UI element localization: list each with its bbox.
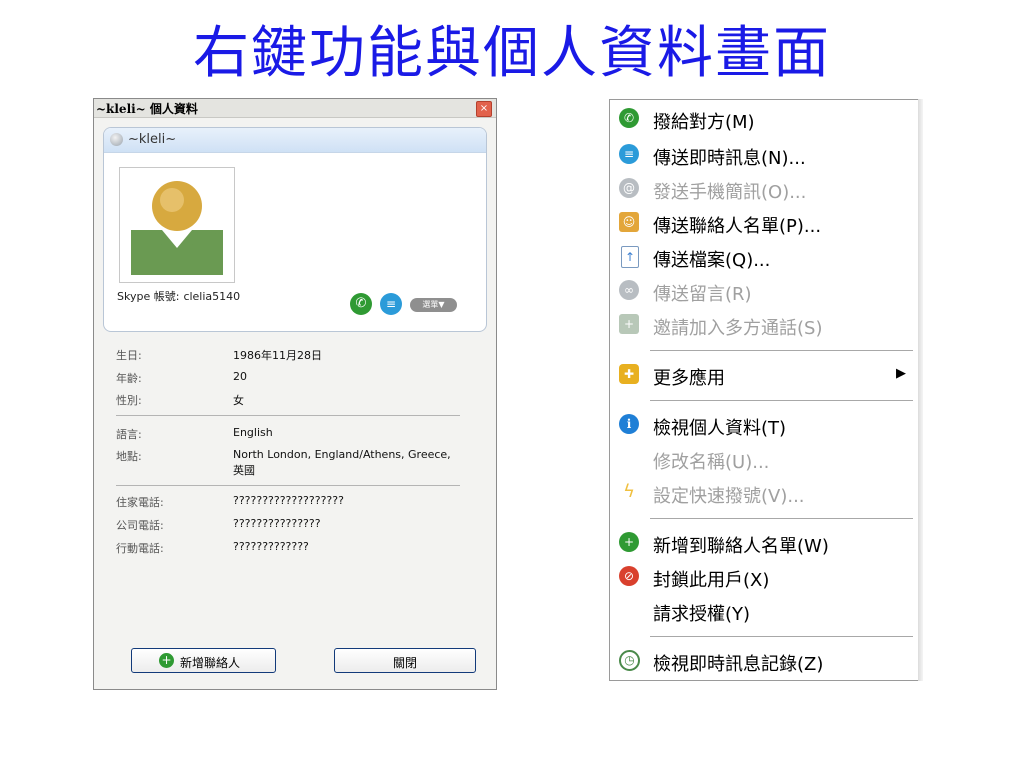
menu-item-im-history[interactable]: ◷ 檢視即時訊息記錄(Z) bbox=[610, 644, 918, 676]
menu-item-view-profile[interactable]: i 檢視個人資料(T) bbox=[610, 408, 918, 440]
language-label: 語言: bbox=[116, 428, 142, 441]
close-button-label: 關閉 bbox=[392, 656, 417, 670]
menu-item-label: 邀請加入多方通話(S) bbox=[653, 318, 823, 339]
menu-item-send-voicemail[interactable]: ∞ 傳送留言(R) bbox=[610, 274, 918, 306]
mobile-phone-value: ????????????? bbox=[233, 540, 309, 553]
menu-item-send-im[interactable]: ≡ 傳送即時訊息(N)... bbox=[610, 138, 918, 170]
mobile-phone-label: 行動電話: bbox=[116, 542, 164, 555]
card-header: ~kleli~ bbox=[104, 128, 486, 153]
home-phone-label: 住家電話: bbox=[116, 496, 164, 509]
office-phone-value: ??????????????? bbox=[233, 517, 321, 530]
menu-item-label: 檢視個人資料(T) bbox=[653, 418, 787, 439]
menu-item-block-user[interactable]: ⊘ 封鎖此用戶(X) bbox=[610, 560, 918, 592]
location-label: 地點: bbox=[116, 450, 142, 463]
gender-label: 性別: bbox=[116, 394, 142, 407]
menu-button[interactable]: 選單▼ bbox=[410, 298, 457, 312]
divider bbox=[116, 415, 460, 416]
home-phone-value: ??????????????????? bbox=[233, 494, 344, 507]
menu-item-label: 修改名稱(U)... bbox=[653, 452, 770, 473]
menu-item-send-sms[interactable]: @ 發送手機簡訊(O)... bbox=[610, 172, 918, 204]
menu-item-label: 更多應用 bbox=[653, 368, 725, 389]
profile-card: ~kleli~ Skype 帳號: clelia5140 ✆ ≡ 選單▼ bbox=[103, 127, 487, 332]
block-icon: ⊘ bbox=[619, 566, 639, 586]
divider bbox=[116, 485, 460, 486]
avatar bbox=[119, 167, 235, 283]
menu-item-send-file[interactable]: ↑ 傳送檔案(Q)... bbox=[610, 240, 918, 272]
dialog-titlebar: ~kleli~ 個人資料 × bbox=[94, 99, 496, 118]
menu-item-label: 傳送留言(R) bbox=[653, 284, 752, 305]
birthday-value: 1986年11月28日 bbox=[233, 349, 322, 362]
menu-separator bbox=[650, 636, 913, 637]
lightning-icon: ϟ bbox=[623, 481, 635, 502]
add-contact-icon: + bbox=[619, 532, 639, 552]
menu-item-label: 封鎖此用戶(X) bbox=[653, 570, 770, 591]
account-label: Skype 帳號: bbox=[117, 290, 180, 303]
menu-separator bbox=[650, 400, 913, 401]
menu-item-call[interactable]: ✆ 撥給對方(M) bbox=[610, 102, 918, 134]
profile-dialog: ~kleli~ 個人資料 × ~kleli~ Skype 帳號: clelia51… bbox=[93, 98, 497, 690]
conference-icon: + bbox=[619, 314, 639, 334]
menu-item-label: 請求授權(Y) bbox=[653, 604, 751, 625]
menu-item-label: 檢視即時訊息記錄(Z) bbox=[653, 654, 824, 675]
menu-item-label: 傳送即時訊息(N)... bbox=[653, 148, 806, 169]
language-value: English bbox=[233, 426, 273, 439]
menu-item-more-apps[interactable]: ✚ 更多應用 ▶ bbox=[610, 358, 918, 390]
puzzle-icon: ✚ bbox=[619, 364, 639, 384]
chat-icon: ≡ bbox=[619, 144, 639, 164]
context-menu: ✆ 撥給對方(M) ≡ 傳送即時訊息(N)... @ 發送手機簡訊(O)... … bbox=[609, 99, 919, 681]
close-icon[interactable]: × bbox=[476, 101, 492, 117]
menu-item-invite-conference[interactable]: + 邀請加入多方通話(S) bbox=[610, 308, 918, 340]
file-upload-icon: ↑ bbox=[621, 246, 639, 268]
status-offline-icon bbox=[110, 133, 123, 146]
display-name: ~kleli~ bbox=[128, 132, 177, 147]
add-contact-button[interactable]: + 新增聯絡人 bbox=[131, 648, 276, 673]
birthday-label: 生日: bbox=[116, 349, 142, 362]
slide-title: 右鍵功能與個人資料畫面 bbox=[193, 21, 831, 86]
menu-separator bbox=[650, 350, 913, 351]
dialog-title: ~kleli~ 個人資料 bbox=[96, 102, 198, 116]
phone-icon: ✆ bbox=[619, 108, 639, 128]
close-button[interactable]: 關閉 bbox=[334, 648, 476, 673]
add-contact-icon: + bbox=[159, 653, 174, 668]
menu-item-speed-dial[interactable]: ϟ 設定快速撥號(V)... bbox=[610, 476, 918, 508]
gender-value: 女 bbox=[233, 394, 244, 407]
location-value-country: 英國 bbox=[233, 464, 255, 477]
skype-account: Skype 帳號: clelia5140 bbox=[117, 288, 240, 304]
voicemail-icon: ∞ bbox=[619, 280, 639, 300]
chat-icon[interactable]: ≡ bbox=[380, 293, 402, 315]
sms-icon: @ bbox=[619, 178, 639, 198]
history-clock-icon: ◷ bbox=[619, 650, 640, 671]
location-value: North London, England/Athens, Greece, bbox=[233, 448, 451, 461]
menu-item-add-contact[interactable]: + 新增到聯絡人名單(W) bbox=[610, 526, 918, 558]
info-icon: i bbox=[619, 414, 639, 434]
menu-item-label: 設定快速撥號(V)... bbox=[653, 486, 805, 507]
contacts-send-icon: ☺ bbox=[619, 212, 639, 232]
menu-item-label: 新增到聯絡人名單(W) bbox=[653, 536, 829, 557]
menu-shadow bbox=[918, 99, 923, 681]
age-label: 年齡: bbox=[116, 372, 142, 385]
office-phone-label: 公司電話: bbox=[116, 519, 164, 532]
account-value: clelia5140 bbox=[183, 290, 241, 303]
add-contact-label: 新增聯絡人 bbox=[180, 656, 241, 670]
age-value: 20 bbox=[233, 370, 247, 383]
menu-item-request-auth[interactable]: 請求授權(Y) bbox=[610, 594, 918, 626]
menu-item-rename[interactable]: 修改名稱(U)... bbox=[610, 442, 918, 474]
menu-item-label: 撥給對方(M) bbox=[653, 112, 755, 133]
call-icon[interactable]: ✆ bbox=[350, 293, 372, 315]
menu-item-label: 發送手機簡訊(O)... bbox=[653, 182, 807, 203]
menu-item-label: 傳送聯絡人名單(P)... bbox=[653, 216, 822, 237]
submenu-arrow-icon: ▶ bbox=[896, 366, 906, 381]
menu-separator bbox=[650, 518, 913, 519]
default-avatar-icon bbox=[131, 181, 223, 275]
menu-item-label: 傳送檔案(Q)... bbox=[653, 250, 771, 271]
menu-item-send-contacts[interactable]: ☺ 傳送聯絡人名單(P)... bbox=[610, 206, 918, 238]
